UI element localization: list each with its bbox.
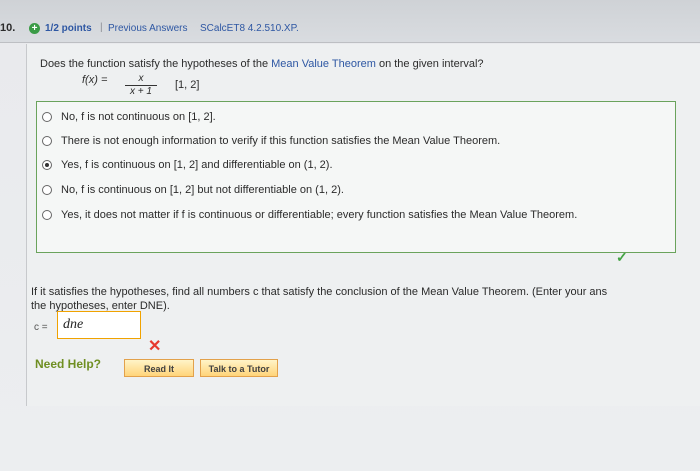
- option-3-radio-selected[interactable]: [42, 160, 52, 170]
- option-5-label[interactable]: Yes, it does not matter if f is continuo…: [61, 209, 577, 221]
- option-2-radio[interactable]: [42, 136, 52, 146]
- question-number: 10.: [0, 22, 16, 34]
- fraction-numerator: x: [138, 73, 144, 84]
- followup-prompt-line-1: If it satisfies the hypotheses, find all…: [31, 286, 608, 298]
- check-icon: ✓: [616, 249, 628, 265]
- c-label: c =: [34, 322, 48, 333]
- previous-answers-link[interactable]: Previous Answers: [108, 23, 187, 34]
- plus-icon[interactable]: +: [29, 23, 40, 34]
- option-4-radio[interactable]: [42, 185, 52, 195]
- need-help-label: Need Help?: [35, 357, 102, 371]
- option-3-label[interactable]: Yes, f is continuous on [1, 2] and diffe…: [61, 159, 333, 171]
- interval-label: [1, 2]: [175, 79, 200, 91]
- question-header: 10. + 1/2 points | Previous Answers SCal…: [0, 0, 700, 43]
- talk-to-tutor-button[interactable]: Talk to a Tutor: [200, 359, 278, 377]
- answer-options: No, f is not continuous on [1, 2]. There…: [36, 101, 676, 253]
- c-answer-input[interactable]: dne: [57, 311, 141, 339]
- mean-value-theorem-link[interactable]: Mean Value Theorem: [271, 58, 376, 70]
- webassign-question-page: 10. + 1/2 points | Previous Answers SCal…: [0, 0, 700, 471]
- function-fraction: x x + 1: [120, 73, 162, 99]
- option-5-radio[interactable]: [42, 210, 52, 220]
- option-4-label[interactable]: No, f is continuous on [1, 2] but not di…: [61, 184, 344, 196]
- x-icon: ✕: [148, 338, 162, 355]
- prompt-end: on the given interval?: [375, 58, 484, 70]
- function-label: f(x) =: [82, 74, 108, 86]
- option-2-label[interactable]: There is not enough information to verif…: [61, 135, 500, 147]
- question-code: SCalcET8 4.2.510.XP.: [200, 23, 299, 34]
- fraction-denominator: x + 1: [130, 86, 152, 97]
- option-1-radio[interactable]: [42, 112, 52, 122]
- option-1-label[interactable]: No, f is not continuous on [1, 2].: [61, 111, 216, 123]
- question-prompt: Does the function satisfy the hypotheses…: [40, 58, 484, 70]
- prompt-start: Does the function satisfy the hypotheses…: [40, 58, 272, 70]
- points-label: 1/2 points: [45, 23, 92, 34]
- read-it-button[interactable]: Read It: [124, 359, 194, 377]
- separator: |: [100, 22, 103, 33]
